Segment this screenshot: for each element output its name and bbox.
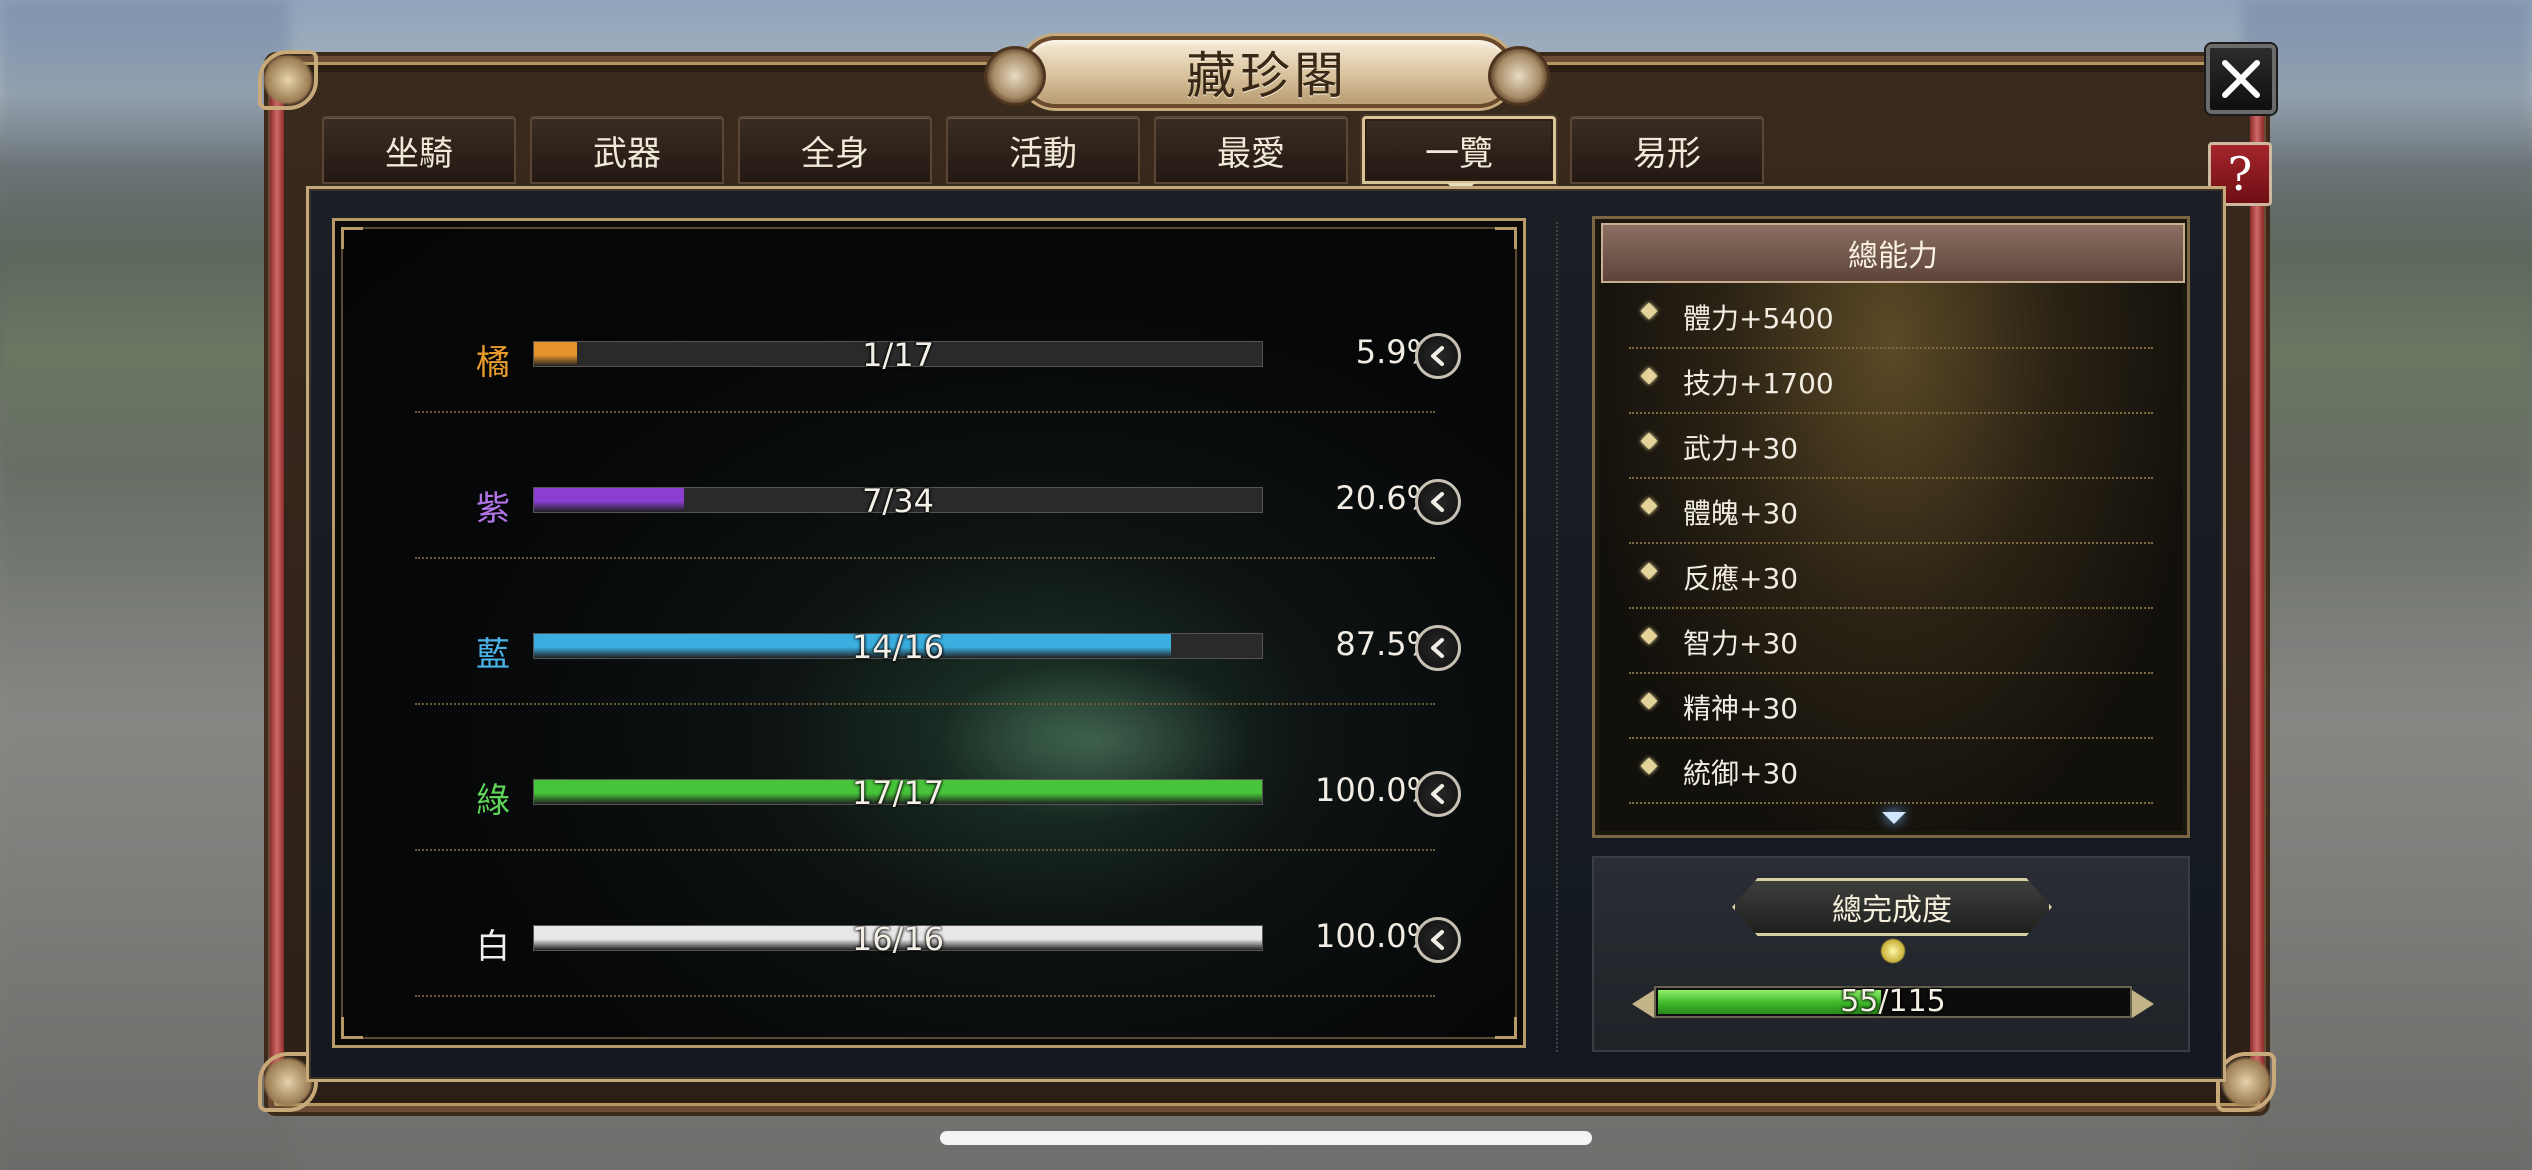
diamond-icon bbox=[1640, 302, 1658, 320]
tab-label: 最愛 bbox=[1217, 133, 1285, 174]
title-ornament-right bbox=[1488, 46, 1550, 106]
chevron-left-icon bbox=[1431, 492, 1444, 512]
stats-header: 總能力 bbox=[1601, 223, 2185, 283]
tab-label: 坐騎 bbox=[385, 133, 453, 174]
scroll-down-icon[interactable] bbox=[1882, 812, 1906, 824]
frame-corner-ornament bbox=[258, 50, 318, 110]
stat-text: 統御+30 bbox=[1683, 757, 1799, 790]
chevron-left-icon bbox=[1431, 346, 1444, 366]
diamond-icon bbox=[1640, 562, 1658, 580]
rarity-percent: 5.9% bbox=[1355, 333, 1437, 371]
stat-text: 技力+1700 bbox=[1683, 367, 1834, 400]
rarity-progress-bar: 14/16 bbox=[533, 628, 1263, 666]
stat-text: 體魄+30 bbox=[1683, 497, 1799, 530]
title-plaque: 藏珍閣 bbox=[984, 36, 1550, 108]
completion-badge: 總完成度 bbox=[1732, 878, 2052, 936]
tab-label: 活動 bbox=[1009, 133, 1077, 174]
diamond-icon bbox=[1640, 497, 1658, 515]
tab-overview[interactable]: 一覽 bbox=[1362, 116, 1556, 197]
home-indicator[interactable] bbox=[940, 1131, 1592, 1145]
stat-text: 武力+30 bbox=[1683, 432, 1799, 465]
background-left bbox=[0, 0, 290, 1170]
tab-transform[interactable]: 易形 bbox=[1570, 116, 1764, 184]
bar-cap-left bbox=[1632, 990, 1654, 1018]
rarity-progress-bar: 7/34 bbox=[533, 482, 1263, 520]
rarity-label: 白 bbox=[476, 927, 510, 967]
bar-cap-right bbox=[2132, 990, 2154, 1018]
diamond-icon bbox=[1640, 432, 1658, 450]
panel-corner bbox=[1495, 1017, 1517, 1039]
rarity-row-blue: 藍 14/16 87.5% bbox=[335, 513, 1529, 705]
rarity-progress-bar: 1/17 bbox=[533, 336, 1263, 374]
rarity-progress-bar: 16/16 bbox=[533, 920, 1263, 958]
stat-text: 反應+30 bbox=[1683, 562, 1799, 595]
stat-item: 精神+30 bbox=[1629, 673, 2153, 739]
panel-separator bbox=[1556, 222, 1558, 1052]
completion-progress-bar: 55/115 bbox=[1654, 984, 2132, 1019]
rarity-percent: 100.0% bbox=[1314, 771, 1437, 809]
diamond-icon bbox=[1640, 692, 1658, 710]
stats-header-label: 總能力 bbox=[1848, 239, 1938, 274]
diamond-icon bbox=[1640, 627, 1658, 645]
stat-item: 體力+5400 bbox=[1629, 283, 2153, 349]
expand-button[interactable] bbox=[1415, 917, 1461, 963]
window-title: 藏珍閣 bbox=[1186, 47, 1348, 105]
frame-trim-right bbox=[2250, 70, 2264, 1100]
close-icon bbox=[2222, 60, 2260, 98]
row-divider bbox=[415, 995, 1435, 997]
stat-item: 統御+30 bbox=[1629, 738, 2153, 804]
stat-item: 武力+30 bbox=[1629, 413, 2153, 479]
rarity-count: 16/16 bbox=[851, 920, 945, 958]
rarity-percent: 87.5% bbox=[1335, 625, 1437, 663]
chevron-left-icon bbox=[1431, 930, 1444, 950]
help-icon: ? bbox=[2227, 147, 2253, 201]
chevron-left-icon bbox=[1431, 638, 1444, 658]
tab-favorite[interactable]: 最愛 bbox=[1154, 116, 1348, 184]
diamond-icon bbox=[1640, 757, 1658, 775]
rarity-percent: 20.6% bbox=[1335, 479, 1437, 517]
rarity-row-purple: 紫 7/34 20.6% bbox=[335, 367, 1529, 559]
total-completion-panel: 總完成度 55/115 bbox=[1592, 856, 2190, 1052]
category-tabs: 坐騎 武器 全身 活動 最愛 一覽 易形 bbox=[322, 116, 1764, 197]
rarity-row-orange: 橘 1/17 5.9% bbox=[335, 221, 1529, 413]
stat-item: 反應+30 bbox=[1629, 543, 2153, 609]
rarity-progress-panel: 橘 1/17 5.9% 紫 7/34 20.6% 藍 14/16 87.5% 綠… bbox=[332, 218, 1526, 1048]
stat-item: 智力+30 bbox=[1629, 608, 2153, 674]
rarity-row-white: 白 16/16 100.0% bbox=[335, 805, 1529, 997]
stat-text: 體力+5400 bbox=[1683, 302, 1834, 335]
rarity-row-green: 綠 17/17 100.0% bbox=[335, 659, 1529, 851]
total-stats-panel[interactable]: 總能力 體力+5400 技力+1700 武力+30 體魄+30 反應+30 智力… bbox=[1592, 216, 2190, 838]
tab-fullbody[interactable]: 全身 bbox=[738, 116, 932, 184]
glow-icon bbox=[1880, 938, 1906, 964]
diamond-icon bbox=[1640, 367, 1658, 385]
stat-item: 技力+1700 bbox=[1629, 348, 2153, 414]
stat-text: 精神+30 bbox=[1683, 692, 1799, 725]
tab-label: 全身 bbox=[801, 133, 869, 174]
tab-label: 易形 bbox=[1633, 133, 1701, 174]
tab-label: 一覽 bbox=[1425, 133, 1493, 174]
rarity-progress-bar: 17/17 bbox=[533, 774, 1263, 812]
rarity-percent: 100.0% bbox=[1314, 917, 1437, 955]
background-right bbox=[2242, 0, 2532, 1170]
tab-label: 武器 bbox=[593, 133, 661, 174]
stat-item: 體魄+30 bbox=[1629, 478, 2153, 544]
tab-weapon[interactable]: 武器 bbox=[530, 116, 724, 184]
panel-corner bbox=[341, 1017, 363, 1039]
tab-event[interactable]: 活動 bbox=[946, 116, 1140, 184]
title-ornament-left bbox=[984, 46, 1046, 106]
close-button[interactable] bbox=[2206, 44, 2276, 114]
completion-count: 55/115 bbox=[1840, 984, 1946, 1019]
chevron-left-icon bbox=[1431, 784, 1444, 804]
tab-mount[interactable]: 坐騎 bbox=[322, 116, 516, 184]
completion-label: 總完成度 bbox=[1832, 893, 1952, 928]
frame-trim-left bbox=[270, 70, 284, 1100]
stat-text: 智力+30 bbox=[1683, 627, 1799, 660]
